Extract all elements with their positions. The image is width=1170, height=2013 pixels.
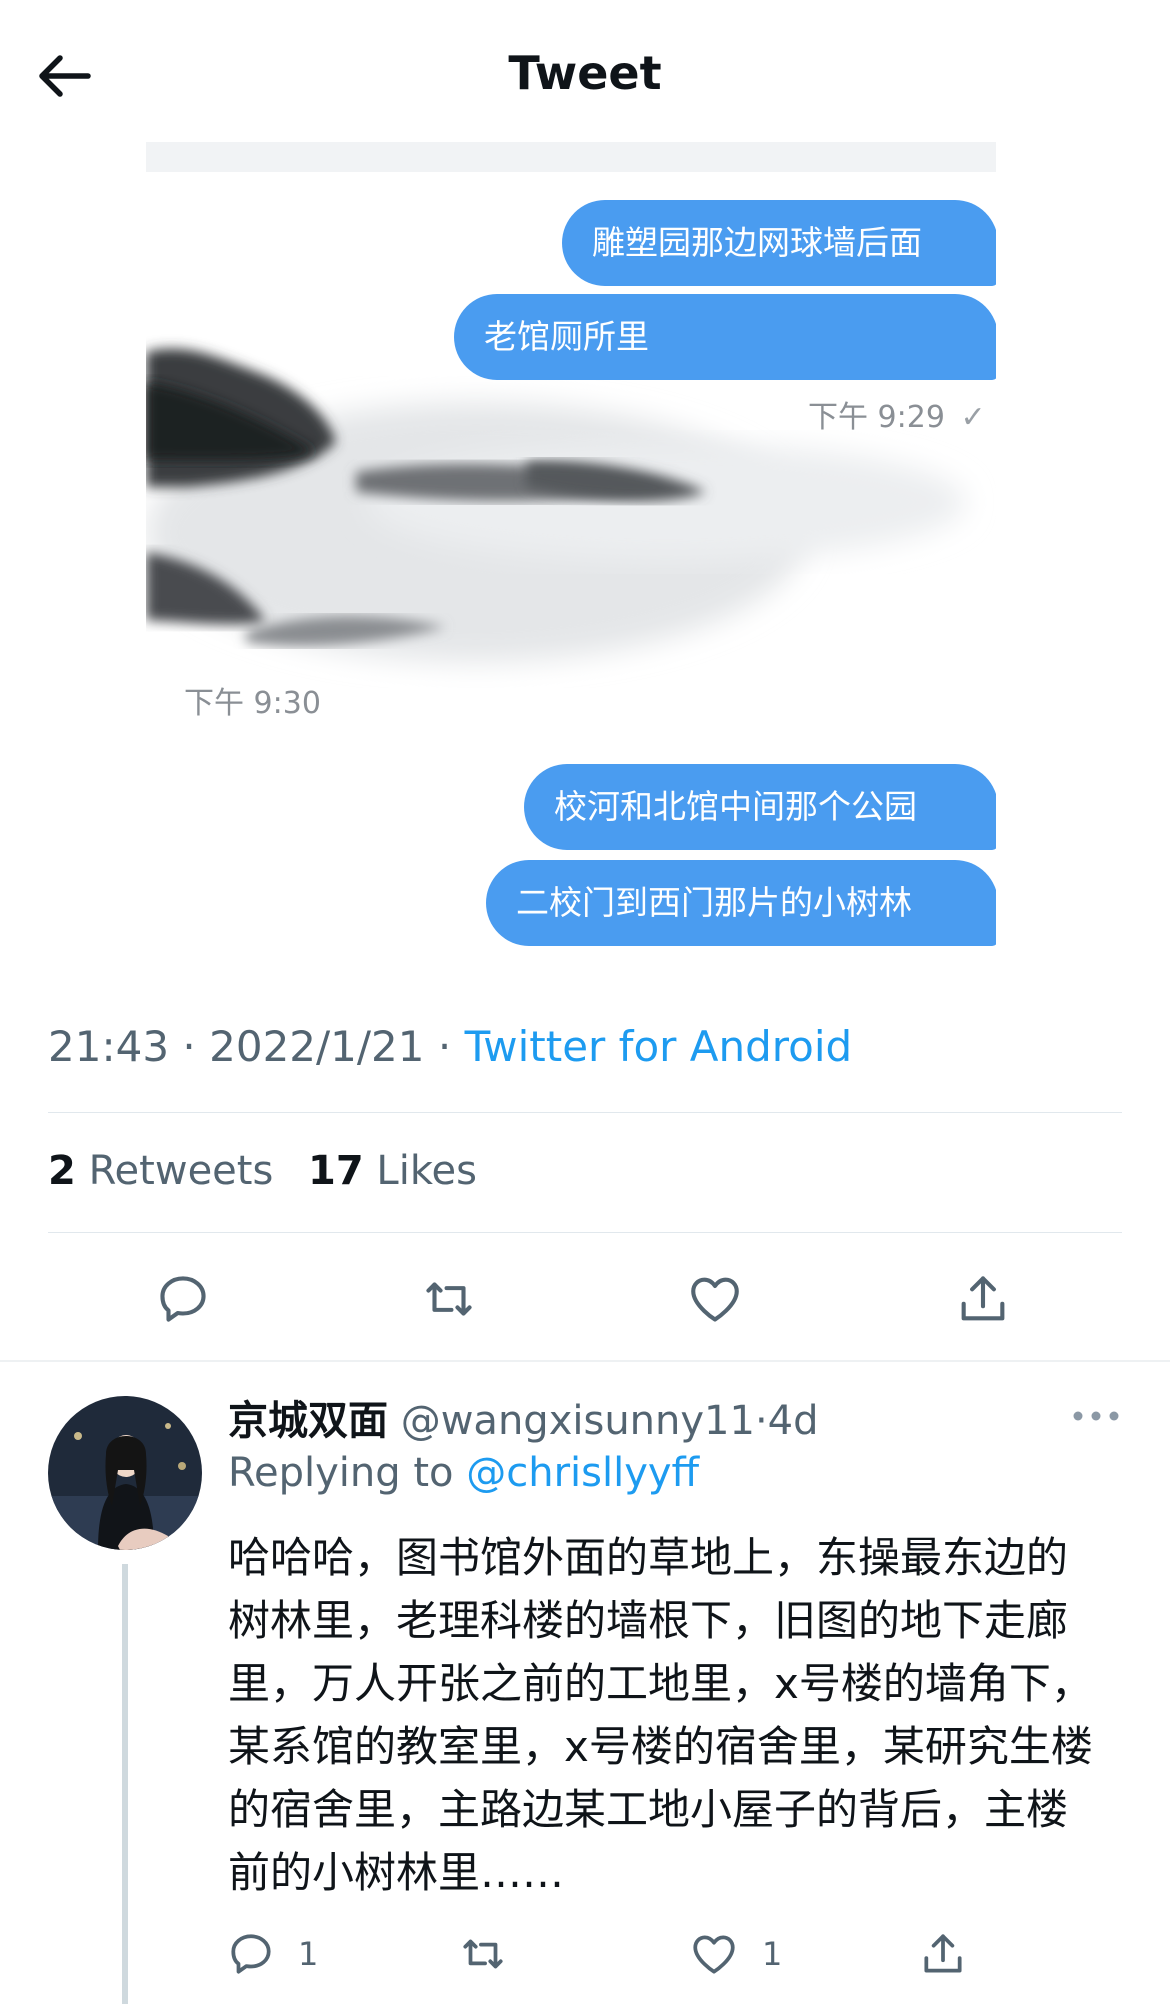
reply-text: 哈哈哈，图书馆外面的草地上，东操最东边的树林里，老理科楼的墙根下，旧图的地下走廊… xyxy=(228,1533,1093,1897)
reply-icon xyxy=(231,1934,271,1974)
chat-bubble-outgoing: 老馆厕所里 xyxy=(454,294,996,380)
reply-author-handle[interactable]: @wangxisunny11 xyxy=(401,1398,755,1444)
engagement-stats: 2 Retweets 17 Likes xyxy=(48,1148,477,1194)
reply-header: 京城双面 @wangxisunny11·4d xyxy=(228,1398,819,1444)
retweets-stat[interactable]: 2 Retweets xyxy=(48,1148,273,1194)
retweet-icon xyxy=(426,1282,472,1316)
reply-retweet-button[interactable] xyxy=(456,1926,510,1982)
check-icon: ✓ xyxy=(960,400,986,435)
divider xyxy=(48,1232,1122,1233)
thread-line xyxy=(122,1564,128,2004)
retweet-button[interactable] xyxy=(416,1266,482,1332)
reply-author-name[interactable]: 京城双面 xyxy=(228,1398,388,1444)
reply-count: 1 xyxy=(298,1935,319,1973)
more-options-button[interactable] xyxy=(1066,1396,1126,1436)
top-bar: Tweet xyxy=(0,0,1170,142)
reply-share-button[interactable] xyxy=(918,1926,968,1982)
chat-timestamp: 下午 9:30 xyxy=(184,686,321,721)
reply-like-button[interactable]: 1 xyxy=(688,1926,782,1982)
chat-bubble-outgoing: 二校门到西门那片的小树林 xyxy=(486,860,996,946)
page-title: Tweet xyxy=(508,46,662,100)
like-count: 1 xyxy=(762,1935,783,1973)
share-icon xyxy=(961,1276,1005,1321)
tweet-source-link[interactable]: Twitter for Android xyxy=(465,1022,853,1071)
reply-reply-button[interactable]: 1 xyxy=(226,1926,318,1982)
likes-stat[interactable]: 17 Likes xyxy=(308,1148,477,1194)
divider xyxy=(48,1112,1122,1113)
retweet-icon xyxy=(463,1939,503,1969)
avatar-photo xyxy=(48,1396,202,1550)
tweet-timestamp-line: 21:43 · 2022/1/21 · Twitter for Android xyxy=(48,1022,853,1071)
replying-to-line: Replying to @chrisllyyff xyxy=(228,1450,700,1496)
mention-link[interactable]: @chrisllyyff xyxy=(466,1450,699,1496)
heart-icon xyxy=(693,1935,735,1974)
chat-bubble-outgoing: 校河和北馆中间那个公园 xyxy=(524,764,996,850)
more-icon xyxy=(1073,1411,1119,1421)
heart-icon xyxy=(691,1277,739,1322)
share-button[interactable] xyxy=(950,1266,1016,1332)
reply-button[interactable] xyxy=(150,1266,216,1332)
share-icon xyxy=(924,1934,962,1973)
tweet-date: 2022/1/21 xyxy=(209,1022,425,1071)
tweet-media-image[interactable]: 雕塑园那边网球墙后面 老馆厕所里 下午 9:29 ✓ 下午 9:30 校河和北馆… xyxy=(146,142,996,962)
chat-timestamp: 下午 9:29 ✓ xyxy=(808,400,986,435)
avatar[interactable] xyxy=(48,1396,202,1550)
like-button[interactable] xyxy=(682,1266,748,1332)
chat-bubble-outgoing: 雕塑园那边网球墙后面 xyxy=(562,200,996,286)
tweet-time: 21:43 xyxy=(48,1022,170,1071)
reply-timestamp[interactable]: 4d xyxy=(768,1398,819,1444)
section-divider xyxy=(0,1360,1170,1362)
reply-icon xyxy=(160,1276,206,1322)
